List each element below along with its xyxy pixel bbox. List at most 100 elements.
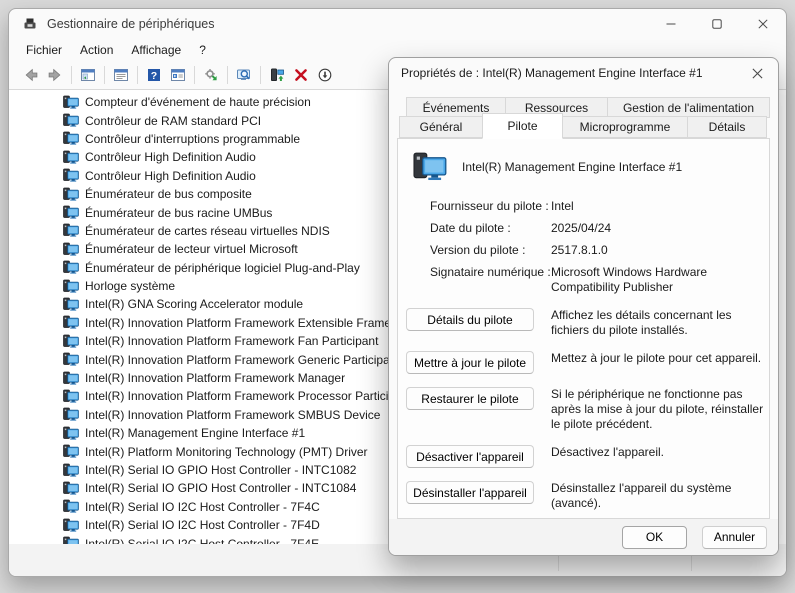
device-item-label: Énumérateur de cartes réseau virtuelles … xyxy=(85,224,330,238)
system-device-icon xyxy=(63,279,79,294)
update-driver-button[interactable] xyxy=(265,63,289,87)
device-item-label: Intel(R) Innovation Platform Framework F… xyxy=(85,334,378,348)
tab-microprogramme[interactable]: Microprogramme xyxy=(562,116,688,138)
close-icon xyxy=(752,68,763,79)
system-device-icon xyxy=(63,352,79,367)
menu-help[interactable]: ? xyxy=(190,41,215,59)
uninstall-device-button[interactable] xyxy=(289,63,313,87)
driver-info-row: Date du pilote : 2025/04/24 xyxy=(398,221,769,236)
dialog-close-button[interactable] xyxy=(740,59,774,87)
driver-tab-page: Intel(R) Management Engine Interface #1 … xyxy=(397,138,770,519)
system-device-icon xyxy=(63,260,79,275)
ok-button[interactable]: OK xyxy=(622,526,687,549)
forward-icon xyxy=(47,67,63,83)
driver-action-button[interactable]: Mettre à jour le pilote xyxy=(406,351,534,374)
system-device-icon xyxy=(63,113,79,128)
driver-info-value: Intel xyxy=(551,199,769,214)
scan-hardware-changes-button[interactable] xyxy=(199,63,223,87)
toolbar-separator xyxy=(104,66,105,84)
toolbar-separator xyxy=(137,66,138,84)
driver-info-value: Microsoft Windows Hardware Compatibility… xyxy=(551,265,769,295)
driver-info-value: 2025/04/24 xyxy=(551,221,769,236)
device-item-label: Énumérateur de bus racine UMBus xyxy=(85,206,272,220)
device-item-label: Contrôleur High Definition Audio xyxy=(85,150,256,164)
device-item-label: Intel(R) Innovation Platform Framework G… xyxy=(85,353,400,367)
toolbar-separator xyxy=(194,66,195,84)
show-console-tree-button[interactable] xyxy=(76,63,100,87)
close-button[interactable] xyxy=(740,9,786,39)
help-button[interactable]: ? xyxy=(142,63,166,87)
tab-pilote[interactable]: Pilote xyxy=(482,113,563,139)
driver-info-row: Version du pilote : 2517.8.1.0 xyxy=(398,243,769,258)
system-device-icon xyxy=(63,205,79,220)
system-device-icon xyxy=(63,407,79,422)
tab-row-front: Général Pilote Microprogramme Détails xyxy=(399,116,766,138)
driver-action-row: Détails du pilote Affichez les détails c… xyxy=(398,308,769,338)
system-device-icon xyxy=(63,168,79,183)
properties-button[interactable] xyxy=(109,63,133,87)
tab-general[interactable]: Général xyxy=(399,116,483,138)
device-item-label: Intel(R) Serial IO I2C Host Controller -… xyxy=(85,518,320,532)
driver-action-row: Désactiver l'appareil Désactivez l'appar… xyxy=(398,445,769,468)
system-device-icon xyxy=(63,223,79,238)
driver-actions: Détails du pilote Affichez les détails c… xyxy=(398,308,769,511)
cancel-button[interactable]: Annuler xyxy=(702,526,767,549)
svg-text:?: ? xyxy=(151,70,157,82)
minimize-button[interactable] xyxy=(648,9,694,39)
disable-device-button[interactable] xyxy=(313,63,337,87)
driver-action-button[interactable]: Désactiver l'appareil xyxy=(406,445,534,468)
system-device-icon xyxy=(63,518,79,533)
system-device-icon xyxy=(63,315,79,330)
back-button[interactable] xyxy=(19,63,43,87)
window-title: Gestionnaire de périphériques xyxy=(47,17,648,31)
device-item-label: Intel(R) Serial IO GPIO Host Controller … xyxy=(85,463,356,477)
titlebar[interactable]: Gestionnaire de périphériques xyxy=(9,9,786,39)
system-device-icon xyxy=(63,463,79,478)
screen: Gestionnaire de périphériques Fichier Ac… xyxy=(0,0,795,593)
tab-gestion-alimentation[interactable]: Gestion de l'alimentation xyxy=(607,97,770,118)
device-item-label: Horloge système xyxy=(85,279,175,293)
toolbar-separator xyxy=(71,66,72,84)
system-device-icon xyxy=(63,481,79,496)
dialog-footer: OK Annuler xyxy=(389,519,778,555)
system-device-icon xyxy=(63,536,79,544)
forward-button[interactable] xyxy=(43,63,67,87)
tab-details[interactable]: Détails xyxy=(687,116,767,138)
system-device-icon xyxy=(63,389,79,404)
system-device-icon xyxy=(63,499,79,514)
device-item-label: Contrôleur d'interruptions programmable xyxy=(85,132,300,146)
menu-affichage[interactable]: Affichage xyxy=(122,41,190,59)
window-controls xyxy=(648,9,786,39)
tab-row-back: Événements Ressources Gestion de l'alime… xyxy=(406,97,769,118)
device-item-label: Intel(R) GNA Scoring Accelerator module xyxy=(85,297,303,311)
device-item-label: Intel(R) Serial IO I2C Host Controller -… xyxy=(85,537,319,544)
menu-action[interactable]: Action xyxy=(71,41,122,59)
device-item-label: Intel(R) Innovation Platform Framework M… xyxy=(85,371,345,385)
help-icon: ? xyxy=(146,67,162,83)
driver-action-button[interactable]: Restaurer le pilote xyxy=(406,387,534,410)
properties-dialog: Propriétés de : Intel(R) Management Engi… xyxy=(388,57,779,556)
driver-info-label: Fournisseur du pilote : xyxy=(430,199,551,214)
system-device-icon xyxy=(63,187,79,202)
maximize-button[interactable] xyxy=(694,9,740,39)
system-device-icon xyxy=(63,371,79,386)
disable-down-icon xyxy=(317,67,333,83)
driver-action-button[interactable]: Désinstaller l'appareil xyxy=(406,481,534,504)
device-item-label: Énumérateur de lecteur virtuel Microsoft xyxy=(85,242,298,256)
search-devices-button[interactable] xyxy=(232,63,256,87)
scan-hardware-icon xyxy=(203,67,219,83)
driver-action-description: Désinstallez l'appareil du système (avan… xyxy=(551,481,769,511)
driver-action-button[interactable]: Détails du pilote xyxy=(406,308,534,331)
device-icon-large xyxy=(412,151,448,183)
uninstall-x-icon xyxy=(293,67,309,83)
toolbar-separator xyxy=(260,66,261,84)
driver-info-label: Signataire numérique : xyxy=(430,265,551,280)
export-list-button[interactable] xyxy=(166,63,190,87)
menu-fichier[interactable]: Fichier xyxy=(17,41,71,59)
dialog-titlebar[interactable]: Propriétés de : Intel(R) Management Engi… xyxy=(389,58,778,88)
export-list-icon xyxy=(170,67,186,83)
device-manager-app-icon xyxy=(22,16,38,32)
system-device-icon xyxy=(63,334,79,349)
search-monitor-icon xyxy=(236,67,252,83)
device-item-label: Contrôleur High Definition Audio xyxy=(85,169,256,183)
